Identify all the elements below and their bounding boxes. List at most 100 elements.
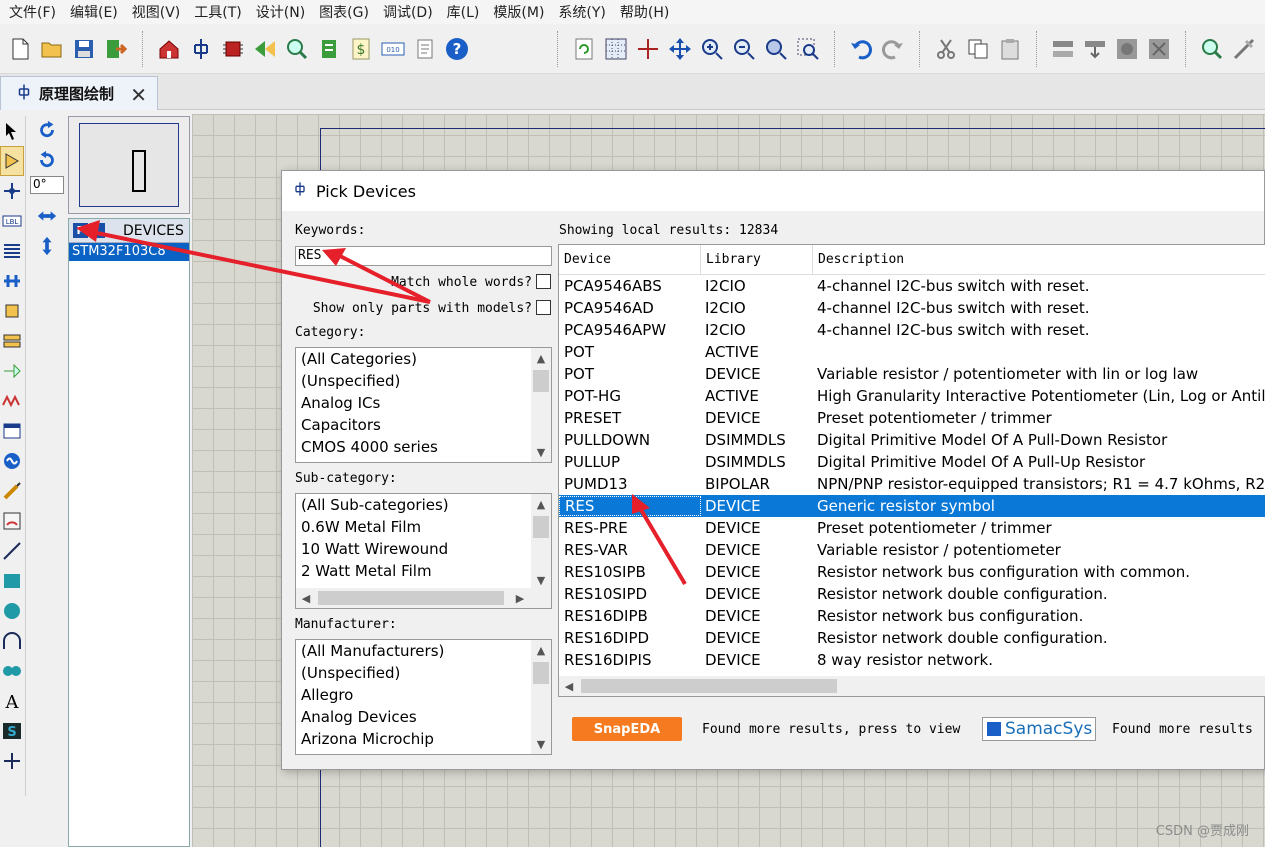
menu-item[interactable]: 视图(V) [125,2,188,22]
selection-mode-icon[interactable] [0,116,24,146]
manufacturer-list[interactable]: (All Manufacturers) (Unspecified) Allegro A… [295,639,552,755]
3d-icon[interactable] [252,35,278,63]
result-row[interactable]: PULLUP DSIMMDLS Digital Primitive Model Of… [559,451,1265,473]
voltage-probe-icon[interactable] [0,476,24,506]
result-row[interactable]: POT ACTIVE [559,341,1265,363]
origin-icon[interactable] [635,35,661,63]
category-item[interactable]: CMOS 4000 series [296,436,551,458]
gerber-icon[interactable] [284,35,310,63]
menu-item[interactable]: 调试(D) [376,2,440,22]
zoom-in-icon[interactable] [699,35,725,63]
result-row[interactable]: POT-HG ACTIVE High Granularity Interactive… [559,385,1265,407]
marker-icon[interactable] [0,746,24,776]
cut-icon[interactable] [933,35,959,63]
block-rotate-icon[interactable] [1114,35,1140,63]
menu-item[interactable]: 编辑(E) [63,2,125,22]
rotate-clockwise-icon[interactable] [30,116,64,144]
result-row[interactable]: PULLDOWN DSIMMDLS Digital Primitive Model … [559,429,1265,451]
column-device[interactable]: Device [559,245,701,275]
scroll-down-icon[interactable]: ▼ [531,442,551,462]
pick-device-icon[interactable] [1199,35,1225,63]
subcategory-scrollbar[interactable]: ▲ ▼ [531,494,551,590]
subcategory-hscrollbar[interactable]: ◀ ▶ [296,588,551,608]
circle-icon[interactable] [0,596,24,626]
undo-icon[interactable] [848,35,874,63]
manufacturer-item[interactable]: Allegro [296,684,551,706]
scroll-down-icon[interactable]: ▼ [531,570,551,590]
block-copy-icon[interactable] [1050,35,1076,63]
grid-icon[interactable] [603,35,629,63]
result-row[interactable]: RES16DIPIS DEVICE 8 way resistor network. [559,649,1265,671]
category-item[interactable]: (Unspecified) [296,370,551,392]
redo-icon[interactable] [880,35,906,63]
component-mode-icon[interactable] [0,146,24,176]
refresh-icon[interactable] [571,35,597,63]
menu-item[interactable]: 工具(T) [187,2,248,22]
show-only-models-checkbox[interactable] [536,300,551,315]
category-list[interactable]: (All Categories) (Unspecified) Analog ICs C… [295,347,552,463]
scroll-thumb[interactable] [533,662,549,684]
generator-icon[interactable] [0,446,24,476]
zoom-fit-icon[interactable] [763,35,789,63]
scroll-thumb[interactable] [581,679,837,693]
scroll-down-icon[interactable]: ▼ [531,734,551,754]
junction-dot-icon[interactable] [0,176,24,206]
new-file-icon[interactable] [7,35,33,63]
notes-icon[interactable] [412,35,438,63]
results-hscrollbar[interactable]: ◀ [559,676,1265,696]
save-icon[interactable] [71,35,97,63]
result-row[interactable]: PCA9546AD I2CIO 4-channel I2C-bus switch w… [559,297,1265,319]
scroll-thumb[interactable] [318,591,504,605]
terminals-icon[interactable] [0,326,24,356]
tape-recorder-icon[interactable] [0,416,24,446]
home-icon[interactable] [156,35,182,63]
import-icon[interactable] [103,35,129,63]
library-manager-button[interactable]: L [90,223,105,238]
pan-icon[interactable] [667,35,693,63]
category-item[interactable]: (All Categories) [296,348,551,370]
symbol-icon[interactable]: S [0,716,24,746]
manufacturer-item[interactable]: (All Manufacturers) [296,640,551,662]
subcategory-item[interactable]: 2 Watt Metal Film [296,560,551,582]
block-move-icon[interactable] [1082,35,1108,63]
menu-item[interactable]: 系统(Y) [551,2,612,22]
zoom-area-icon[interactable] [795,35,821,63]
result-row[interactable]: PCA9546APW I2CIO 4-channel I2C-bus switch … [559,319,1265,341]
wire-label-icon[interactable]: LBL [0,206,24,236]
column-library[interactable]: Library [701,245,813,275]
text-script-icon[interactable] [0,236,24,266]
result-row[interactable]: PUMD13 BIPOLAR NPN/PNP resistor-equipped t… [559,473,1265,495]
schematic-icon[interactable] [188,35,214,63]
result-row[interactable]: RES-PRE DEVICE Preset potentiometer / trim… [559,517,1265,539]
samacsys-button[interactable]: SamacSys [982,717,1096,741]
menu-item[interactable]: 文件(F) [2,2,63,22]
subcategory-item[interactable]: (All Sub-categories) [296,494,551,516]
subcategory-list[interactable]: (All Sub-categories) 0.6W Metal Film 10 Wa… [295,493,552,609]
snapeda-bar[interactable]: SnapEDA Found more results, press to vie… [572,715,960,743]
zoom-out-icon[interactable] [731,35,757,63]
manufacturer-item[interactable]: (Unspecified) [296,662,551,684]
bom-icon[interactable] [316,35,342,63]
result-row[interactable]: PCA9546ABS I2CIO 4-channel I2C-bus switch … [559,275,1265,297]
box-icon[interactable] [0,566,24,596]
mirror-horizontal-icon[interactable] [30,202,64,230]
copy-icon[interactable] [965,35,991,63]
samacsys-bar[interactable]: SamacSys Found more results [982,715,1253,743]
rotate-anticlockwise-icon[interactable] [30,146,64,174]
scroll-up-icon[interactable]: ▲ [531,640,551,660]
result-row[interactable]: RES10SIPD DEVICE Resistor network double c… [559,583,1265,605]
keywords-input[interactable]: RES [295,246,552,266]
scroll-thumb[interactable] [533,370,549,392]
result-row[interactable]: RES16DIPD DEVICE Resistor network double c… [559,627,1265,649]
snapeda-button[interactable]: SnapEDA [572,717,682,741]
scroll-thumb[interactable] [533,516,549,538]
result-row[interactable]: RES16DIPB DEVICE Resistor network bus conf… [559,605,1265,627]
pcb-icon[interactable] [220,35,246,63]
menu-item[interactable]: 帮助(H) [613,2,676,22]
scroll-left-icon[interactable]: ◀ [559,676,579,696]
category-item[interactable]: Analog ICs [296,392,551,414]
menu-item[interactable]: 库(L) [440,2,487,22]
scroll-up-icon[interactable]: ▲ [531,348,551,368]
graph-icon[interactable] [0,386,24,416]
mirror-vertical-icon[interactable] [30,232,64,260]
